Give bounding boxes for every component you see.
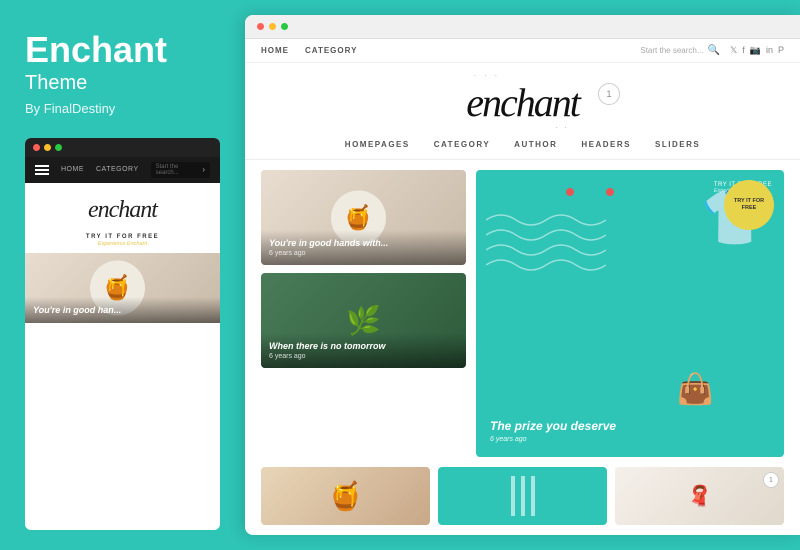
bottom-card-2[interactable] <box>438 467 607 525</box>
search-placeholder-mini: Start the search... <box>156 164 200 176</box>
second-nav-sliders[interactable]: SLIDERS <box>655 140 700 149</box>
browser-dot-yellow <box>269 23 276 30</box>
card-nav: HOME CATEGORY Start the search... › <box>25 157 220 183</box>
bag-icon: 👜 <box>677 372 714 407</box>
pinterest-icon[interactable]: P <box>778 45 784 56</box>
instagram-icon[interactable]: 📷 <box>750 45 761 56</box>
search-area[interactable]: Start the search... 🔍 <box>640 45 720 56</box>
mini-post-title: You're in good han... <box>33 305 212 315</box>
hamburger-icon[interactable] <box>35 165 49 175</box>
bottom-card-3[interactable]: 🧣 1 <box>615 467 784 525</box>
mini-preview-card: HOME CATEGORY Start the search... › ench… <box>25 138 220 530</box>
bottom-row: 🍯 🧣 1 <box>245 467 800 535</box>
dot-green <box>55 144 62 151</box>
featured-card[interactable]: 👕 👜 TRY IT FOR FREE Experience Enchant T… <box>476 170 784 457</box>
hero-badge-count: 1 <box>606 89 611 99</box>
content-area: 🍯 You're in good hands with... 6 years a… <box>245 160 800 467</box>
card-nav-category[interactable]: CATEGORY <box>96 166 139 173</box>
hero-logo: enchant · · · · · 1 <box>245 63 800 134</box>
post-overlay-food: You're in good hands with... 6 years ago <box>261 230 466 265</box>
bottom-card-3-icon: 🧣 <box>687 484 712 509</box>
nav-link-home[interactable]: HOME <box>261 46 289 55</box>
brand-title: Enchant <box>25 30 220 70</box>
card-cta-main: TRY IT FOR FREE <box>25 234 220 240</box>
post-overlay-plant: When there is no tomorrow 6 years ago <box>261 333 466 368</box>
hero-badge: 1 <box>598 83 620 105</box>
right-panel: HOME CATEGORY Start the search... 🔍 𝕏 f … <box>245 15 800 535</box>
card-cta-sub: Experience Enchant <box>25 241 220 247</box>
post-date-food: 6 years ago <box>269 250 458 257</box>
search-arrow-icon: › <box>202 165 205 174</box>
second-nav-category[interactable]: CATEGORY <box>434 140 490 149</box>
facebook-icon[interactable]: f <box>742 45 745 56</box>
search-label: Start the search... <box>640 46 703 55</box>
brand-author: By FinalDestiny <box>25 101 220 116</box>
pin-dot-1 <box>566 188 574 196</box>
site-nav-right: Start the search... 🔍 𝕏 f 📷 in P <box>640 45 784 56</box>
wavy-svg <box>486 200 606 300</box>
featured-title: The prize you deserve <box>490 419 616 433</box>
second-nav-homepages[interactable]: HOMEPAGES <box>345 140 410 149</box>
mini-post-image: 🍯 You're in good han... <box>25 253 220 323</box>
left-col: 🍯 You're in good hands with... 6 years a… <box>261 170 466 457</box>
dot-red <box>33 144 40 151</box>
teal-bar-1 <box>511 476 515 516</box>
dot-yellow <box>44 144 51 151</box>
card-cta: TRY IT FOR FREE Experience Enchant <box>25 234 220 247</box>
browser-dot-green <box>281 23 288 30</box>
site-top-nav: HOME CATEGORY Start the search... 🔍 𝕏 f … <box>245 39 800 63</box>
featured-badge: TRY IT FOR FREE <box>724 180 774 230</box>
featured-date: 6 years ago <box>490 436 616 443</box>
post-card-plant[interactable]: 🌿 When there is no tomorrow 6 years ago <box>261 273 466 368</box>
badge-text: TRY IT FOR FREE <box>734 198 764 212</box>
twitter-icon[interactable]: 𝕏 <box>730 45 737 56</box>
bottom-card-1[interactable]: 🍯 <box>261 467 430 525</box>
card-topbar <box>25 138 220 157</box>
mini-post-overlay: You're in good han... <box>25 297 220 323</box>
post-title-food: You're in good hands with... <box>269 238 458 248</box>
card-nav-home[interactable]: HOME <box>61 166 84 173</box>
pin-dot-2 <box>606 188 614 196</box>
post-title-plant: When there is no tomorrow <box>269 341 458 351</box>
nav-link-category[interactable]: CATEGORY <box>305 46 357 55</box>
social-icons: 𝕏 f 📷 in P <box>730 45 784 56</box>
hero-logo-text: enchant · · · · · <box>466 79 579 126</box>
post-image-food: 🍯 You're in good hands with... 6 years a… <box>261 170 466 265</box>
left-panel: Enchant Theme By FinalDestiny HOME CATEG… <box>0 0 245 550</box>
browser-dot-red <box>257 23 264 30</box>
post-date-plant: 6 years ago <box>269 353 458 360</box>
card-logo-text: enchant <box>35 197 210 224</box>
second-nav-author[interactable]: AUTHOR <box>514 140 557 149</box>
bottom-card-3-badge: 1 <box>763 472 779 488</box>
bottom-card-1-icon: 🍯 <box>328 480 363 513</box>
site-second-nav: HOMEPAGES CATEGORY AUTHOR HEADERS SLIDER… <box>245 134 800 160</box>
linkedin-icon[interactable]: in <box>766 45 773 56</box>
card-nav-search[interactable]: Start the search... › <box>151 162 210 178</box>
post-image-plant: 🌿 When there is no tomorrow 6 years ago <box>261 273 466 368</box>
post-card-food[interactable]: 🍯 You're in good hands with... 6 years a… <box>261 170 466 265</box>
big-card-inner: 👕 👜 TRY IT FOR FREE Experience Enchant T… <box>476 170 784 457</box>
teal-bar-3 <box>531 476 535 516</box>
big-card-content: The prize you deserve 6 years ago <box>490 419 616 443</box>
browser-chrome <box>245 15 800 39</box>
card-logo-area: enchant <box>25 183 220 232</box>
brand-subtitle: Theme <box>25 72 220 95</box>
second-nav-headers[interactable]: HEADERS <box>581 140 631 149</box>
search-icon[interactable]: 🔍 <box>708 45 720 56</box>
teal-bar-2 <box>521 476 525 516</box>
site-nav-links: HOME CATEGORY <box>261 46 357 55</box>
